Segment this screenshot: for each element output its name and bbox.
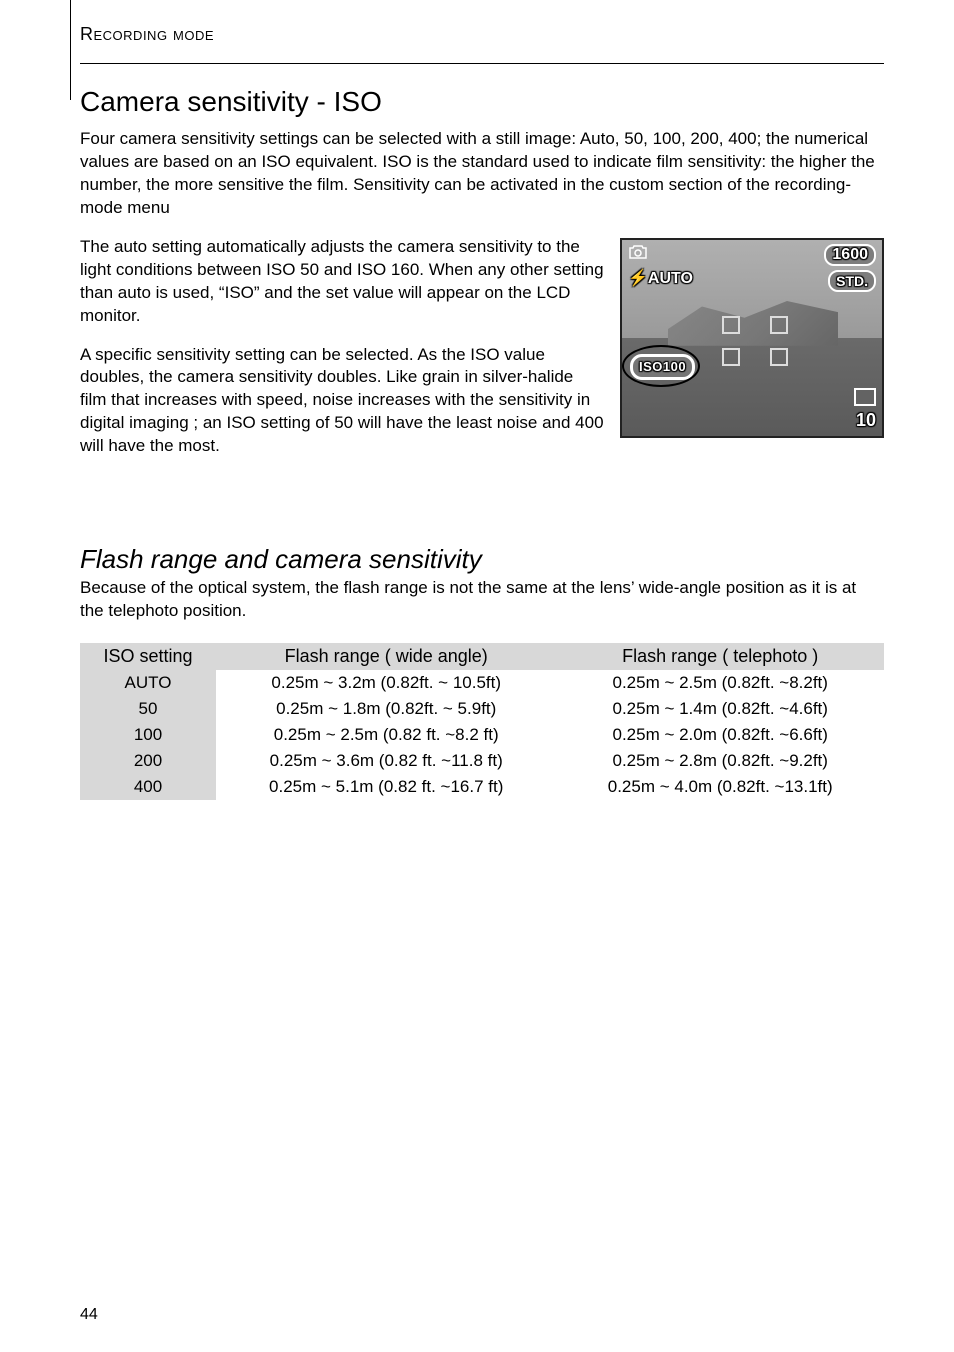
table-row: 50 0.25m ~ 1.8m (0.82ft. ~ 5.9ft) 0.25m … bbox=[80, 696, 884, 722]
cell-flash-tele: 0.25m ~ 1.4m (0.82ft. ~4.6ft) bbox=[556, 696, 884, 722]
af-frame-corner bbox=[722, 348, 740, 366]
iso-indicator: ISO100 bbox=[630, 354, 695, 380]
paragraph-intro: Four camera sensitivity settings can be … bbox=[80, 128, 884, 220]
flash-range-table: ISO setting Flash range ( wide angle) Fl… bbox=[80, 643, 884, 800]
lcd-preview: ⚡AUTO ISO100 1600 STD. 10 bbox=[620, 238, 884, 438]
col-header-flash-wide: Flash range ( wide angle) bbox=[216, 643, 556, 670]
cell-iso-setting: 50 bbox=[80, 696, 216, 722]
paragraph-flash-range: Because of the optical system, the flash… bbox=[80, 577, 884, 623]
mode-icon bbox=[854, 388, 876, 406]
page-number: 44 bbox=[80, 1306, 98, 1324]
table-row: 400 0.25m ~ 5.1m (0.82 ft. ~16.7 ft) 0.2… bbox=[80, 774, 884, 800]
section-title: Camera sensitivity - ISO bbox=[80, 86, 884, 118]
cell-flash-tele: 0.25m ~ 2.8m (0.82ft. ~9.2ft) bbox=[556, 748, 884, 774]
cell-flash-tele: 0.25m ~ 2.5m (0.82ft. ~8.2ft) bbox=[556, 670, 884, 696]
frame-counter: 10 bbox=[856, 410, 876, 431]
cell-flash-tele: 0.25m ~ 2.0m (0.82ft. ~6.6ft) bbox=[556, 722, 884, 748]
af-frame-corner bbox=[770, 316, 788, 334]
col-header-flash-tele: Flash range ( telephoto ) bbox=[556, 643, 884, 670]
running-header: Recording mode bbox=[80, 24, 884, 63]
af-frame-corner bbox=[770, 348, 788, 366]
resolution-indicator: 1600 bbox=[824, 244, 876, 266]
cell-flash-wide: 0.25m ~ 3.6m (0.82 ft. ~11.8 ft) bbox=[216, 748, 556, 774]
quality-indicator: STD. bbox=[828, 270, 876, 292]
scene-illustration bbox=[668, 290, 838, 346]
camera-icon bbox=[628, 244, 648, 258]
cell-flash-tele: 0.25m ~ 4.0m (0.82ft. ~13.1ft) bbox=[556, 774, 884, 800]
header-rule-vertical bbox=[70, 0, 71, 100]
table-header-row: ISO setting Flash range ( wide angle) Fl… bbox=[80, 643, 884, 670]
cell-iso-setting: AUTO bbox=[80, 670, 216, 696]
cell-flash-wide: 0.25m ~ 2.5m (0.82 ft. ~8.2 ft) bbox=[216, 722, 556, 748]
cell-flash-wide: 0.25m ~ 1.8m (0.82ft. ~ 5.9ft) bbox=[216, 696, 556, 722]
table-row: 100 0.25m ~ 2.5m (0.82 ft. ~8.2 ft) 0.25… bbox=[80, 722, 884, 748]
cell-iso-setting: 200 bbox=[80, 748, 216, 774]
header-rule bbox=[80, 63, 884, 64]
col-header-iso-setting: ISO setting bbox=[80, 643, 216, 670]
cell-flash-wide: 0.25m ~ 5.1m (0.82 ft. ~16.7 ft) bbox=[216, 774, 556, 800]
table-row: AUTO 0.25m ~ 3.2m (0.82ft. ~ 10.5ft) 0.2… bbox=[80, 670, 884, 696]
sub-section-title: Flash range and camera sensitivity bbox=[80, 544, 884, 575]
af-frame-corner bbox=[722, 316, 740, 334]
cell-iso-setting: 400 bbox=[80, 774, 216, 800]
cell-iso-setting: 100 bbox=[80, 722, 216, 748]
table-row: 200 0.25m ~ 3.6m (0.82 ft. ~11.8 ft) 0.2… bbox=[80, 748, 884, 774]
cell-flash-wide: 0.25m ~ 3.2m (0.82ft. ~ 10.5ft) bbox=[216, 670, 556, 696]
flash-auto-indicator: ⚡AUTO bbox=[628, 268, 693, 288]
